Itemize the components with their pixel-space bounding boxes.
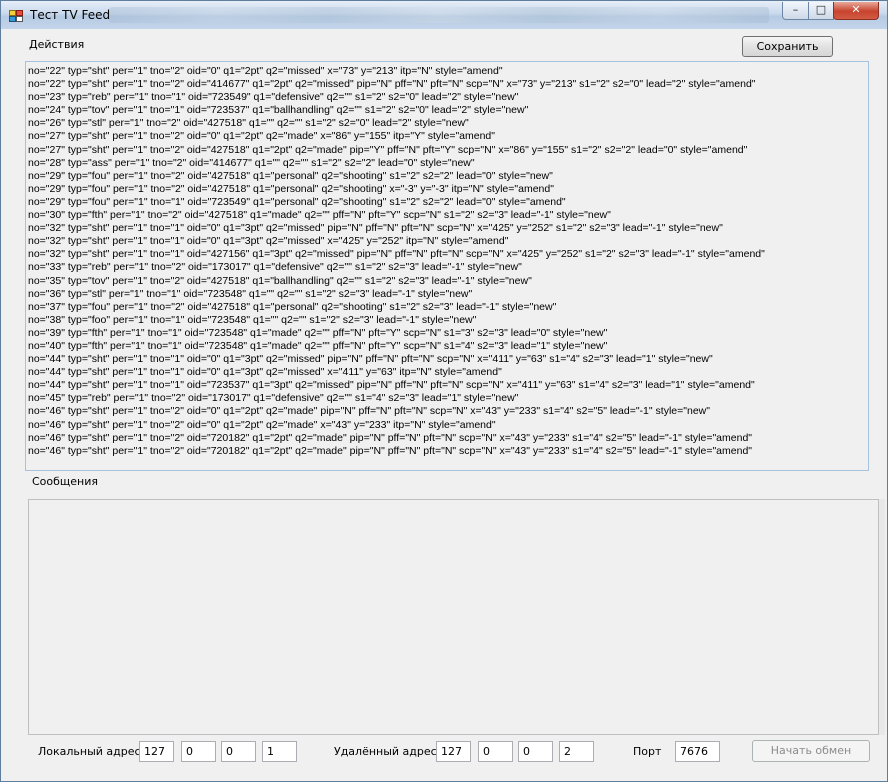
log-line: no="46" typ="sht" per="1" tno="2" oid="0… [28, 418, 496, 431]
log-line: no="38" typ="foo" per="1" tno="1" oid="7… [28, 313, 477, 326]
save-button[interactable]: Сохранить [742, 36, 833, 57]
log-line: no="23" typ="reb" per="1" tno="1" oid="7… [28, 91, 519, 104]
local-ip-octet-1[interactable]: 127 [139, 741, 174, 762]
log-line: no="40" typ="fth" per="1" tno="1" oid="7… [28, 339, 608, 352]
remote-ip-octet-1[interactable]: 127 [436, 741, 471, 762]
client-area: Действия Сохранить no="22" typ="sht" per… [2, 29, 886, 780]
log-line: no="46" typ="sht" per="1" tno="2" oid="0… [28, 405, 710, 418]
maximize-button[interactable]: □ [808, 2, 834, 20]
log-line: no="35" typ="tov" per="1" tno="2" oid="4… [28, 274, 532, 287]
close-icon: ✕ [851, 3, 861, 16]
actions-log[interactable]: no="22" typ="sht" per="1" tno="2" oid="0… [25, 61, 869, 471]
log-line: no="24" typ="tov" per="1" tno="1" oid="7… [28, 104, 529, 117]
remote-ip-octet-3[interactable]: 0 [518, 741, 553, 762]
main-window: Тест TV Feed – □ ✕ Действия Сохранить no… [0, 0, 888, 782]
close-button[interactable]: ✕ [833, 2, 879, 20]
log-line: no="26" typ="stl" per="1" tno="2" oid="4… [28, 117, 469, 130]
log-line: no="39" typ="fth" per="1" tno="1" oid="7… [28, 326, 608, 339]
remote-address-label: Удалённый адрес [334, 745, 437, 758]
log-line: no="36" typ="stl" per="1" tno="1" oid="7… [28, 287, 473, 300]
log-line: no="44" typ="sht" per="1" tno="1" oid="7… [28, 379, 755, 392]
log-line: no="32" typ="sht" per="1" tno="1" oid="0… [28, 222, 723, 235]
log-line: no="32" typ="sht" per="1" tno="1" oid="0… [28, 235, 509, 248]
remote-ip-octet-4[interactable]: 2 [559, 741, 594, 762]
messages-edge [879, 499, 885, 735]
port-input[interactable]: 7676 [675, 741, 720, 762]
background-toolbar-blur [109, 7, 769, 23]
local-ip-octet-4[interactable]: 1 [262, 741, 297, 762]
log-line: no="46" typ="sht" per="1" tno="2" oid="7… [28, 444, 753, 457]
log-line: no="33" typ="reb" per="1" tno="2" oid="1… [28, 261, 522, 274]
log-line: no="27" typ="sht" per="1" tno="2" oid="4… [28, 143, 748, 156]
log-line: no="37" typ="fou" per="1" tno="2" oid="4… [28, 300, 557, 313]
app-icon [9, 10, 23, 22]
log-line: no="45" typ="reb" per="1" tno="2" oid="1… [28, 392, 519, 405]
remote-ip-octet-2[interactable]: 0 [478, 741, 513, 762]
log-line: no="28" typ="ass" per="1" tno="2" oid="4… [28, 156, 475, 169]
log-line: no="44" typ="sht" per="1" tno="1" oid="0… [28, 353, 713, 366]
local-ip-octet-3[interactable]: 0 [221, 741, 256, 762]
log-line: no="30" typ="fth" per="1" tno="2" oid="4… [28, 209, 611, 222]
messages-label: Сообщения [32, 475, 99, 488]
log-line: no="22" typ="sht" per="1" tno="2" oid="4… [28, 78, 756, 91]
local-ip-octet-2[interactable]: 0 [181, 741, 216, 762]
log-line: no="29" typ="fou" per="1" tno="2" oid="4… [28, 182, 554, 195]
actions-log-lines: no="22" typ="sht" per="1" tno="2" oid="0… [28, 65, 765, 458]
window-title: Тест TV Feed [30, 8, 111, 22]
log-line: no="32" typ="sht" per="1" tno="1" oid="4… [28, 248, 765, 261]
start-exchange-button[interactable]: Начать обмен [752, 740, 870, 762]
title-bar[interactable]: Тест TV Feed – □ ✕ [1, 1, 887, 29]
maximize-icon: □ [815, 3, 827, 16]
log-line: no="29" typ="fou" per="1" tno="1" oid="7… [28, 195, 566, 208]
log-line: no="22" typ="sht" per="1" tno="2" oid="0… [28, 65, 503, 77]
actions-label: Действия [29, 38, 85, 51]
log-line: no="29" typ="fou" per="1" tno="2" oid="4… [28, 169, 553, 182]
messages-box[interactable] [28, 499, 879, 735]
log-line: no="27" typ="sht" per="1" tno="2" oid="0… [28, 130, 496, 143]
minimize-button[interactable]: – [782, 2, 809, 20]
log-line: no="44" typ="sht" per="1" tno="1" oid="0… [28, 366, 502, 379]
local-address-label: Локальный адрес [38, 745, 141, 758]
log-line: no="46" typ="sht" per="1" tno="2" oid="7… [28, 431, 753, 444]
port-label: Порт [633, 745, 662, 758]
minimize-icon: – [792, 3, 799, 16]
